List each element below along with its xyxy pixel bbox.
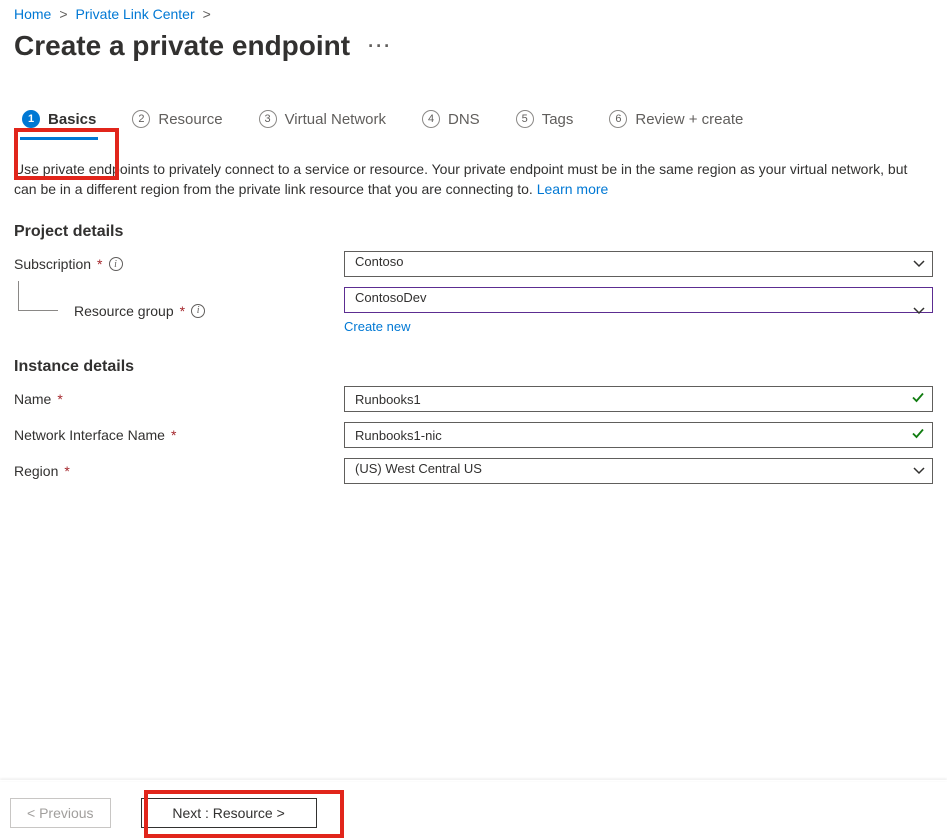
- name-label: Name: [14, 391, 51, 407]
- tab-label: Tags: [542, 111, 574, 128]
- name-input[interactable]: [344, 386, 933, 412]
- checkmark-icon: [911, 427, 925, 444]
- tab-dns[interactable]: 4 DNS: [420, 104, 482, 138]
- resource-group-value: ContosoDev: [355, 290, 427, 305]
- subscription-value: Contoso: [355, 254, 403, 269]
- step-number-icon: 6: [609, 110, 627, 128]
- nic-name-input[interactable]: [344, 422, 933, 448]
- field-row-region: Region * (US) West Central US: [14, 458, 933, 484]
- tree-connector-icon: [18, 281, 58, 311]
- page-title: Create a private endpoint ···: [14, 30, 933, 62]
- subscription-select[interactable]: Contoso: [344, 251, 933, 277]
- learn-more-link[interactable]: Learn more: [537, 181, 609, 197]
- tab-label: Virtual Network: [285, 111, 386, 128]
- tab-virtual-network[interactable]: 3 Virtual Network: [257, 104, 388, 138]
- resource-group-label: Resource group: [74, 303, 174, 319]
- step-number-icon: 1: [22, 110, 40, 128]
- nic-name-label: Network Interface Name: [14, 427, 165, 443]
- chevron-down-icon: [913, 465, 925, 477]
- step-number-icon: 2: [132, 110, 150, 128]
- step-number-icon: 5: [516, 110, 534, 128]
- section-project-details: Project details: [14, 223, 933, 241]
- tab-basics[interactable]: 1 Basics: [20, 104, 98, 138]
- step-number-icon: 4: [422, 110, 440, 128]
- field-row-nic-name: Network Interface Name *: [14, 422, 933, 448]
- tab-description: Use private endpoints to privately conne…: [14, 160, 933, 199]
- tab-label: Resource: [158, 111, 222, 128]
- required-indicator: *: [97, 256, 102, 272]
- section-instance-details: Instance details: [14, 358, 933, 376]
- field-row-name: Name *: [14, 386, 933, 412]
- resource-group-select[interactable]: ContosoDev: [344, 287, 933, 313]
- field-row-resource-group: Resource group * i ContosoDev Create new: [14, 287, 933, 334]
- page-title-text: Create a private endpoint: [14, 30, 350, 62]
- region-select[interactable]: (US) West Central US: [344, 458, 933, 484]
- wizard-tabs: 1 Basics 2 Resource 3 Virtual Network 4 …: [14, 104, 933, 138]
- step-number-icon: 3: [259, 110, 277, 128]
- required-indicator: *: [180, 303, 185, 319]
- tab-review-create[interactable]: 6 Review + create: [607, 104, 745, 138]
- required-indicator: *: [57, 391, 62, 407]
- breadcrumb-home[interactable]: Home: [14, 6, 51, 22]
- chevron-right-icon: >: [59, 6, 67, 22]
- subscription-label: Subscription: [14, 256, 91, 272]
- checkmark-icon: [911, 391, 925, 408]
- wizard-footer: < Previous Next : Resource >: [10, 798, 317, 828]
- tab-label: Basics: [48, 111, 96, 128]
- chevron-down-icon: [913, 305, 925, 317]
- tab-label: Review + create: [635, 111, 743, 128]
- breadcrumb-private-link-center[interactable]: Private Link Center: [76, 6, 195, 22]
- next-button[interactable]: Next : Resource >: [141, 798, 317, 828]
- chevron-down-icon: [913, 258, 925, 270]
- field-row-subscription: Subscription * i Contoso: [14, 251, 933, 277]
- footer-divider: [0, 780, 947, 781]
- info-icon[interactable]: i: [191, 304, 205, 318]
- tab-tags[interactable]: 5 Tags: [514, 104, 576, 138]
- tab-label: DNS: [448, 111, 480, 128]
- chevron-right-icon: >: [203, 6, 211, 22]
- description-text: Use private endpoints to privately conne…: [14, 161, 907, 197]
- tab-resource[interactable]: 2 Resource: [130, 104, 224, 138]
- region-value: (US) West Central US: [355, 461, 482, 476]
- info-icon[interactable]: i: [109, 257, 123, 271]
- more-actions-icon[interactable]: ···: [368, 36, 392, 57]
- breadcrumb: Home > Private Link Center >: [14, 6, 933, 22]
- required-indicator: *: [64, 463, 69, 479]
- previous-button: < Previous: [10, 798, 111, 828]
- region-label: Region: [14, 463, 58, 479]
- create-new-resource-group-link[interactable]: Create new: [344, 319, 410, 334]
- required-indicator: *: [171, 427, 176, 443]
